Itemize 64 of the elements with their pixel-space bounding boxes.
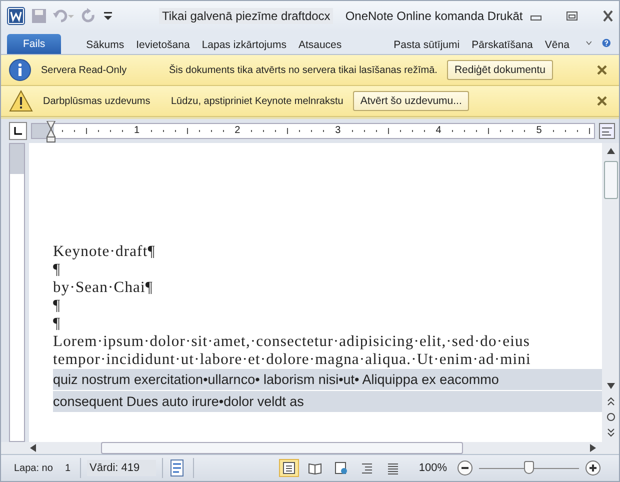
maximize-icon[interactable]	[564, 10, 579, 22]
scrollbar-thumb[interactable]	[604, 161, 618, 199]
document-paragraph: ¶	[53, 315, 61, 333]
web-layout-icon	[334, 461, 348, 475]
view-button[interactable]	[278, 459, 299, 477]
window-title: Tikai galvenā piezīme draftdocx	[159, 8, 334, 24]
left-tab-icon	[14, 127, 22, 135]
close-icon[interactable]	[597, 65, 607, 75]
document-paragraph: consequent Dues auto irure•dolor veldt as	[53, 391, 602, 413]
zoom-slider-thumb[interactable]	[524, 460, 534, 474]
ribbon-tab[interactable]: Pasta sūtījumi	[388, 36, 465, 54]
outline-icon	[360, 461, 374, 475]
zoom-level[interactable]: 100%	[418, 462, 447, 474]
message-title: Servera Read-Only	[41, 64, 128, 76]
document-paragraph: ¶	[53, 297, 61, 315]
app-title: OneNote Online komanda Drukāt	[345, 9, 523, 23]
scroll-right-icon[interactable]	[589, 443, 597, 453]
message-text: Šis dokuments tika atvērts no servera tikai lasīšanas režīmā.	[169, 64, 438, 76]
page-number[interactable]: 1	[62, 460, 74, 476]
ruler-number: 3	[335, 126, 341, 136]
browse-object-icon[interactable]	[606, 412, 616, 422]
ruler-number: 1	[134, 126, 140, 136]
zoom-out-icon[interactable]	[457, 460, 473, 476]
document-paragraph: Lorem·ipsum·dolor·sit·amet,·consectetur·adipisicing·elit,·sed·do·eius	[53, 333, 530, 351]
draft-icon	[386, 461, 400, 475]
close-icon[interactable]	[597, 96, 607, 106]
ribbon-tab[interactable]: Vēna	[540, 36, 574, 54]
ruler-number: 4	[436, 126, 442, 136]
print-layout-icon	[282, 461, 296, 475]
close-icon[interactable]	[600, 10, 615, 22]
document-paragraph: ¶	[53, 261, 61, 279]
scroll-up-icon[interactable]	[606, 147, 616, 155]
message-title: Darbplūsmas uzdevums	[43, 96, 152, 106]
scrollbar-thumb[interactable]	[101, 442, 463, 454]
message-action-button[interactable]: Atvērt šo uzdevumu...	[353, 91, 469, 111]
document-paragraph: by·Sean·Chai¶	[53, 279, 154, 297]
warning-icon	[9, 90, 33, 112]
ribbon-tab[interactable]: Sākums	[81, 36, 130, 54]
open-book-icon	[308, 461, 322, 475]
info-icon	[9, 59, 31, 81]
indent-marker-icon[interactable]	[46, 121, 56, 143]
tab-selector-button[interactable]	[9, 122, 27, 140]
scroll-left-icon[interactable]	[29, 443, 37, 453]
zoom-in-icon[interactable]	[585, 460, 601, 476]
ribbon-tab[interactable]: Fails	[7, 34, 62, 54]
word-logo-icon[interactable]	[7, 7, 25, 25]
message-action-button[interactable]: Rediģēt dokumentu	[447, 60, 553, 80]
ruler-number: 2	[234, 126, 240, 136]
customize-toolbar-icon[interactable]	[103, 9, 113, 23]
ribbon-tab[interactable]: Ievietošana	[131, 36, 195, 54]
ribbon-tab[interactable]: Atsauces	[293, 36, 347, 54]
document-paragraph: Keynote·draft¶	[53, 243, 156, 261]
view-ruler-icon[interactable]	[599, 123, 615, 139]
page-label[interactable]: Lapa: no	[11, 460, 56, 476]
document-paragraph: tempor·incididunt·ut·labore·et·dolore·magna·aliqua.·Ut·enim·ad·mini	[53, 351, 531, 369]
next-page-icon[interactable]	[606, 428, 616, 438]
previous-page-icon[interactable]	[606, 396, 616, 406]
message-text: Lūdzu, apstipriniet Keynote melnrakstu	[171, 96, 344, 106]
ruler-number: 5	[536, 126, 542, 136]
ribbon-tab[interactable]: Lapas izkārtojums	[196, 36, 292, 54]
scroll-down-icon[interactable]	[606, 382, 616, 390]
ribbon-tab[interactable]: Pārskatīšana	[466, 36, 538, 54]
word-count[interactable]: Vārdi: 419	[86, 460, 156, 476]
document-paragraph: quiz nostrum exercitation•ullarnco• laborism nisi•ut• Aliquippa ex eacommo	[53, 369, 602, 391]
